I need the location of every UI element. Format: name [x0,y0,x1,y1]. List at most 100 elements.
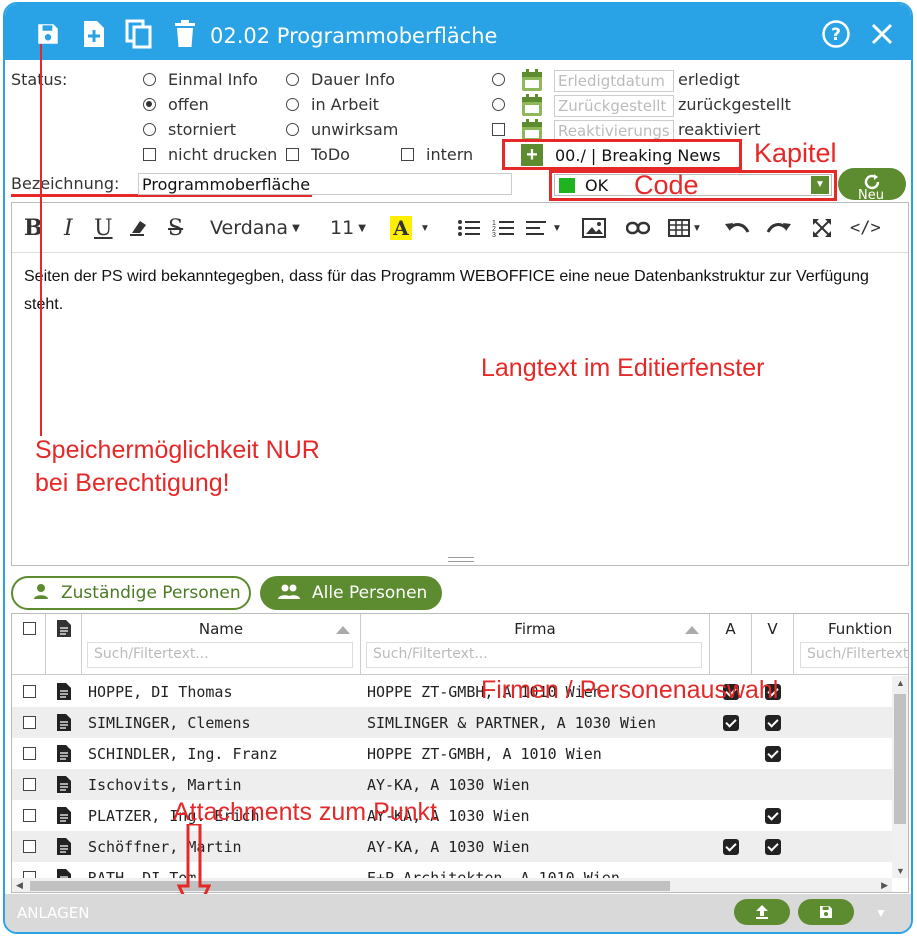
document-icon[interactable] [57,676,77,707]
text-color-icon[interactable]: A ▼ [390,215,430,241]
font-family-select[interactable]: Verdana ▼ [210,215,300,241]
save-icon[interactable] [33,18,63,50]
header-firma[interactable]: Firma Such/Filtertext... [361,614,710,674]
kapitel-value[interactable]: 00./ | Breaking News [555,146,721,165]
tab-alle-personen[interactable]: Alle Personen [260,576,442,610]
cell-a[interactable] [723,738,743,769]
scroll-right-icon[interactable]: ▶ [881,880,888,891]
resize-handle[interactable] [448,557,474,562]
header-name[interactable]: Name Such/Filtertext... [82,614,361,674]
row-checkbox[interactable] [23,769,43,800]
bezeichnung-input[interactable]: Programmoberfläche [138,173,512,195]
calendar-icon[interactable] [521,68,543,92]
funktion-filter-input[interactable]: Such/Filtertext... [800,642,908,668]
scroll-thumb-horizontal[interactable] [30,881,670,891]
chevron-down-icon[interactable]: ▼ [811,176,829,194]
document-icon[interactable] [57,800,77,831]
table-row[interactable]: Ischovits, Martin AY-KA, A 1030 Wien [12,769,892,800]
name-filter-input[interactable]: Such/Filtertext... [87,642,353,668]
row-checkbox[interactable] [23,831,43,862]
checkbox-todo[interactable] [286,148,299,161]
firma-filter-input[interactable]: Such/Filtertext... [366,642,702,668]
cell-a[interactable] [723,800,743,831]
save-attachment-button[interactable] [798,899,854,925]
bullet-list-icon[interactable] [458,215,480,241]
sort-icon[interactable] [685,626,699,634]
underline-icon[interactable]: U [94,215,113,241]
fullscreen-icon[interactable] [812,215,832,241]
select-all-checkbox[interactable] [23,622,36,635]
row-checkbox[interactable] [23,707,43,738]
radio-erledigt[interactable] [492,73,505,86]
radio-einmal-info[interactable] [143,73,156,86]
close-icon[interactable] [867,18,897,50]
document-icon[interactable] [57,738,77,769]
radio-in-arbeit[interactable] [286,98,299,111]
row-checkbox[interactable] [23,676,43,707]
erledigt-label: erledigt [678,70,740,89]
table-icon[interactable]: ▼ [668,215,702,241]
radio-dauer-info[interactable] [286,73,299,86]
table-row[interactable]: SCHINDLER, Ing. Franz HOPPE ZT-GMBH, A 10… [12,738,892,769]
vertical-scrollbar[interactable]: ▲ ▼ [892,676,908,878]
radio-unwirksam[interactable] [286,123,299,136]
link-icon[interactable] [626,215,650,241]
italic-icon[interactable]: I [64,215,73,241]
undo-icon[interactable] [724,215,750,241]
erledigt-date-input[interactable]: Erledigtdatum [554,70,674,92]
row-checkbox[interactable] [23,800,43,831]
column-header-v: V [767,620,778,638]
document-icon[interactable] [57,769,77,800]
header-v[interactable]: V [752,614,794,674]
checkbox-nicht-drucken[interactable] [143,148,156,161]
checkbox-intern[interactable] [401,148,414,161]
code-view-icon[interactable]: </> [850,215,881,241]
cell-a[interactable] [723,707,743,738]
chevron-down-icon[interactable]: ▼ [875,906,887,920]
table-row[interactable]: Schöffner, Martin AY-KA, A 1030 Wien [12,831,892,862]
radio-storniert[interactable] [143,123,156,136]
tab-zustaendige-personen[interactable]: Zuständige Personen [11,576,251,610]
table-row[interactable]: SIMLINGER, Clemens SIMLINGER & PARTNER, A… [12,707,892,738]
cell-v[interactable] [765,769,785,800]
scroll-thumb[interactable] [894,694,906,824]
trash-icon[interactable] [170,18,200,50]
calendar-icon[interactable] [521,93,543,117]
font-size-select[interactable]: 11 ▼ [330,215,366,241]
cell-a[interactable] [723,769,743,800]
add-kapitel-icon[interactable]: + [521,144,543,166]
radio-offen[interactable] [143,98,156,111]
document-icon[interactable] [57,707,77,738]
align-icon[interactable]: ▼ [526,215,562,241]
scroll-up-icon[interactable]: ▲ [896,678,905,688]
header-funktion[interactable]: Funktion Such/Filtertext... [794,614,908,674]
horizontal-scrollbar[interactable]: ◀ ▶ [12,878,892,892]
scroll-down-icon[interactable]: ▼ [896,866,905,876]
cell-v[interactable] [765,800,785,831]
strikethrough-icon[interactable]: S [168,215,183,241]
langtext-annotation: Langtext im Editierfenster [481,354,765,382]
cell-v[interactable] [765,831,785,862]
row-checkbox[interactable] [23,738,43,769]
neu-button[interactable]: Neu [838,168,906,200]
copy-icon[interactable] [124,18,154,50]
redo-icon[interactable] [766,215,792,241]
numbered-list-icon[interactable]: 123 [492,215,514,241]
upload-button[interactable] [734,899,790,925]
table-row[interactable]: PLATZER, Ing. Erich AY-KA, A 1030 Wien [12,800,892,831]
editor-content[interactable]: Seiten der PS wird bekanntegegben, dass … [24,263,900,319]
image-icon[interactable] [582,215,606,241]
new-document-icon[interactable] [79,18,109,50]
sort-icon[interactable] [336,626,350,634]
scroll-left-icon[interactable]: ◀ [16,880,23,891]
cell-v[interactable] [765,707,785,738]
cell-v[interactable] [765,738,785,769]
document-icon[interactable] [57,831,77,862]
radio-zurueckgestellt[interactable] [492,98,505,111]
zurueckgestellt-date-input[interactable]: Zurückgestellt [554,95,674,117]
help-icon[interactable]: ? [821,18,851,50]
eraser-icon[interactable] [128,215,148,241]
cell-a[interactable] [723,831,743,862]
checkbox-reaktiviert[interactable] [492,123,505,136]
header-a[interactable]: A [710,614,752,674]
